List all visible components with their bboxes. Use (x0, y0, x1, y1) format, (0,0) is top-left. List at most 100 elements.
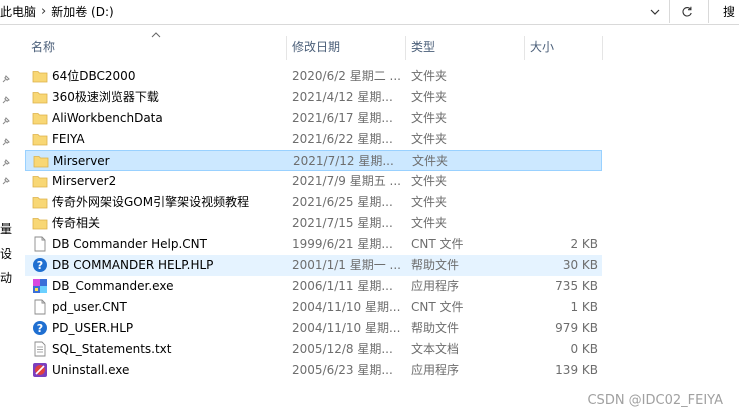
column-header-size[interactable]: 大小 (524, 36, 602, 60)
file-size: 0 KB (570, 342, 598, 356)
watermark-text: CSDN @IDC02_FEIYA (587, 393, 723, 408)
file-type: 文件夹 (411, 132, 448, 146)
file-date: 2006/1/11 星期... (292, 279, 393, 293)
pin-icon[interactable] (2, 96, 10, 104)
list-item[interactable]: FEIYA 2021/6/22 星期... 文件夹 (25, 129, 602, 150)
file-date: 2021/7/15 星期... (292, 216, 393, 230)
list-item[interactable]: 传奇相关 2021/7/15 星期... 文件夹 (25, 213, 602, 234)
list-item[interactable]: SQL_Statements.txt 2005/12/8 星期... 文本文档 … (25, 339, 602, 360)
list-item[interactable]: ? PD_USER.HLP 2004/11/10 星期... 帮助文件 979 … (25, 318, 602, 339)
folder-icon (32, 218, 48, 230)
list-item[interactable]: pd_user.CNT 2004/11/10 星期... CNT 文件 1 KB (25, 297, 602, 318)
breadcrumb[interactable]: 此电脑 › 新加卷 (D:) (0, 0, 670, 23)
file-date: 2020/6/2 星期二 ... (292, 69, 401, 83)
folder-icon (32, 92, 48, 104)
file-date: 2004/11/10 星期... (292, 300, 401, 314)
file-name: Uninstall.exe (52, 363, 130, 377)
file-size: 2 KB (570, 237, 598, 251)
list-item[interactable]: Uninstall.exe 2005/6/23 星期... 应用程序 139 K… (25, 360, 602, 381)
breadcrumb-separator-icon[interactable]: › (41, 5, 46, 18)
file-type: 帮助文件 (411, 258, 460, 272)
file-type: CNT 文件 (411, 237, 464, 251)
file-type: 文件夹 (411, 195, 448, 209)
file-type: 文件夹 (412, 154, 449, 168)
list-item[interactable]: 360极速浏览器下载 2021/4/12 星期... 文件夹 (25, 87, 602, 108)
file-size: 979 KB (555, 321, 598, 335)
file-size: 735 KB (555, 279, 598, 293)
list-item[interactable]: DB_Commander.exe 2006/1/11 星期... 应用程序 73… (25, 276, 602, 297)
file-date: 2021/7/9 星期五 ... (292, 174, 401, 188)
help-icon: ? (33, 258, 47, 272)
column-header-type[interactable]: 类型 (405, 36, 524, 60)
list-item-hovered[interactable]: ? DB COMMANDER HELP.HLP 2001/1/1 星期一 ...… (25, 255, 602, 276)
column-header-name[interactable]: 名称 (25, 36, 286, 60)
file-date: 2004/11/10 星期... (292, 321, 401, 335)
list-item[interactable]: DB Commander Help.CNT 1999/6/21 星期... CN… (25, 234, 602, 255)
file-type: 文件夹 (411, 216, 448, 230)
nav-item-fragment[interactable]: 设 (0, 245, 12, 262)
folder-icon (32, 197, 48, 209)
file-name: PD_USER.HLP (52, 321, 134, 335)
file-name: 64位DBC2000 (52, 69, 136, 83)
file-date: 1999/6/21 星期... (292, 237, 393, 251)
list-item[interactable]: AliWorkbenchData 2021/6/17 星期... 文件夹 (25, 108, 602, 129)
search-box[interactable]: 搜 (708, 0, 739, 23)
column-header-date[interactable]: 修改日期 (286, 36, 405, 60)
document-icon (34, 299, 46, 315)
search-label: 搜 (723, 5, 736, 19)
file-date: 2005/12/8 星期... (292, 342, 393, 356)
file-name: Mirserver (53, 154, 110, 168)
refresh-icon[interactable] (676, 2, 698, 22)
folder-icon (33, 156, 49, 168)
svg-text:?: ? (37, 322, 43, 335)
file-type: 文件夹 (411, 69, 448, 83)
uninstall-icon (33, 363, 47, 377)
nav-item-fragment[interactable]: 量 (0, 220, 12, 237)
folder-icon (32, 113, 48, 125)
file-date: 2005/6/23 星期... (292, 363, 393, 377)
file-size: 1 KB (570, 300, 598, 314)
file-name: 传奇相关 (52, 216, 101, 230)
document-icon (34, 236, 46, 252)
file-size: 30 KB (562, 258, 598, 272)
file-date: 2021/6/25 星期... (292, 195, 393, 209)
file-name: 传奇外网架设GOM引擎架设视频教程 (52, 195, 250, 209)
file-date: 2021/6/22 星期... (292, 132, 393, 146)
folder-icon (32, 71, 48, 83)
list-item[interactable]: 64位DBC2000 2020/6/2 星期二 ... 文件夹 (25, 66, 602, 87)
pin-icon[interactable] (2, 117, 10, 125)
file-name: AliWorkbenchData (52, 111, 163, 125)
nav-item-fragment[interactable]: 动 (0, 269, 12, 286)
file-type: 帮助文件 (411, 321, 460, 335)
list-item[interactable]: Mirserver2 2021/7/9 星期五 ... 文件夹 (25, 171, 602, 192)
pin-icon[interactable] (2, 138, 10, 146)
file-type: 文件夹 (411, 174, 448, 188)
pin-icon[interactable] (2, 75, 10, 83)
file-type: 文本文档 (411, 342, 460, 356)
file-name: pd_user.CNT (52, 300, 127, 314)
file-name: DB Commander Help.CNT (52, 237, 207, 251)
app-icon (33, 279, 47, 293)
file-date: 2001/1/1 星期一 ... (292, 258, 401, 272)
file-type: 文件夹 (411, 111, 448, 125)
file-date: 2021/6/17 星期... (292, 111, 393, 125)
file-type: 文件夹 (411, 90, 448, 104)
file-type: 应用程序 (411, 363, 460, 377)
list-item[interactable]: 传奇外网架设GOM引擎架设视频教程 2021/6/25 星期... 文件夹 (25, 192, 602, 213)
breadcrumb-drive-d[interactable]: 新加卷 (D:) (51, 3, 113, 20)
chevron-down-icon[interactable] (647, 4, 663, 20)
breadcrumb-this-pc[interactable]: 此电脑 (0, 3, 36, 20)
file-size: 139 KB (555, 363, 598, 377)
navigation-pane: 量 设 动 (0, 24, 20, 420)
pin-icon[interactable] (2, 159, 10, 167)
file-name: DB_Commander.exe (52, 279, 174, 293)
list-item-selected[interactable]: Mirserver 2021/7/12 星期... 文件夹 (25, 150, 602, 171)
svg-text:?: ? (37, 259, 43, 272)
file-name: DB COMMANDER HELP.HLP (52, 258, 214, 272)
column-divider[interactable] (602, 36, 603, 60)
pin-icon[interactable] (2, 177, 10, 185)
text-file-icon (34, 341, 46, 357)
file-date: 2021/4/12 星期... (292, 90, 393, 104)
help-icon: ? (33, 321, 47, 335)
file-name: 360极速浏览器下载 (52, 90, 159, 104)
